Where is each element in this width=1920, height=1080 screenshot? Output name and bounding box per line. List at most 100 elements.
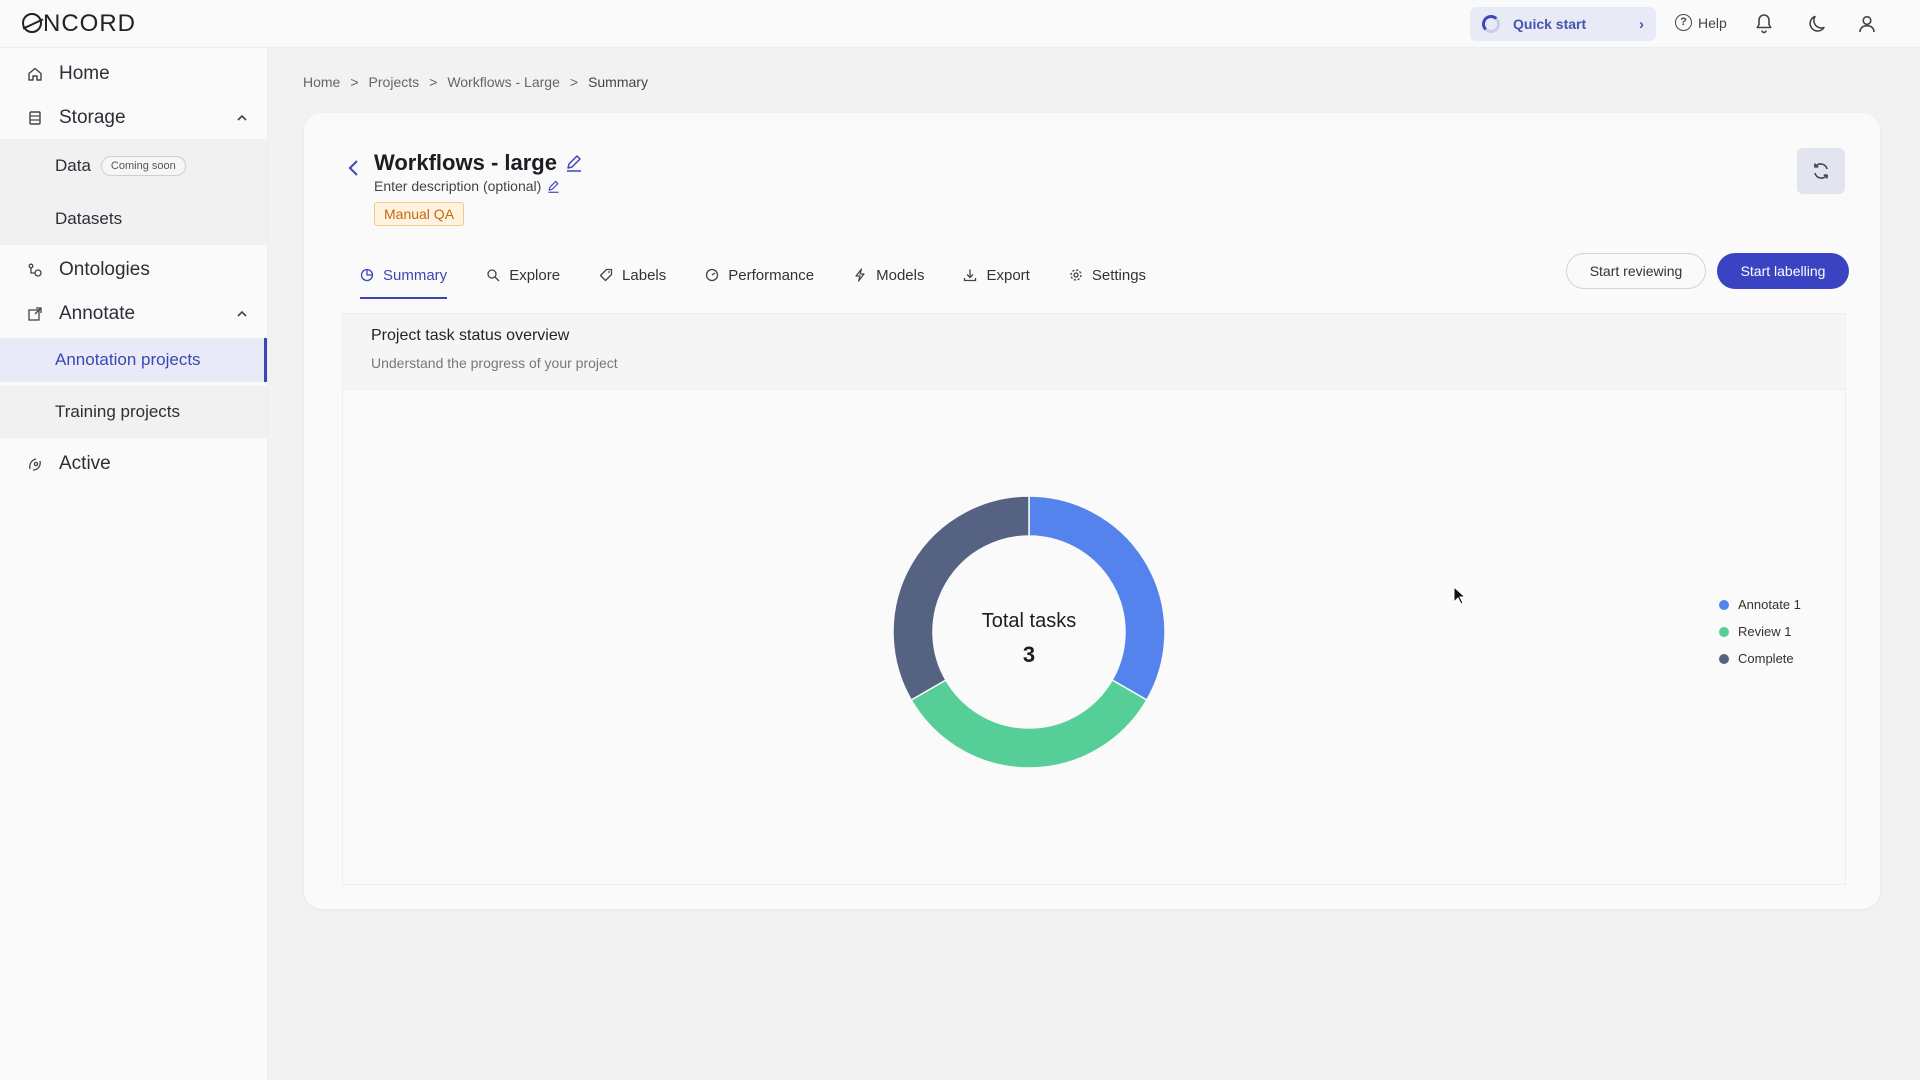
legend-dot	[1719, 599, 1729, 610]
project-title: Workflows - large	[374, 150, 557, 175]
sidebar-item-label: Home	[59, 63, 110, 84]
sidebar-item-label: Datasets	[55, 209, 123, 228]
breadcrumb-separator: >	[569, 74, 579, 90]
mouse-cursor-icon	[1453, 586, 1467, 605]
donut-center-value: 3	[1023, 642, 1035, 667]
legend-item[interactable]: Annotate 1	[1719, 591, 1801, 618]
start-labelling-button[interactable]: Start labelling	[1717, 253, 1849, 289]
sidebar-item-datasets[interactable]: Datasets	[0, 193, 267, 245]
help-icon: ?	[1675, 14, 1692, 31]
chevron-up-icon[interactable]	[236, 308, 248, 320]
edit-description-pencil-icon[interactable]	[547, 180, 560, 193]
progress-ring-icon	[1482, 15, 1500, 33]
logo-e-glyph	[22, 13, 42, 33]
sidebar-item-ontologies[interactable]: Ontologies	[0, 252, 268, 288]
donut-center-label: Total tasks	[982, 610, 1076, 632]
project-title-row: Workflows - large	[374, 150, 583, 176]
legend-item[interactable]: Complete	[1719, 645, 1801, 672]
annotate-icon	[25, 304, 45, 324]
legend-label: Annotate 1	[1738, 597, 1801, 612]
project-description-row: Enter description (optional)	[374, 178, 560, 194]
ontologies-icon	[25, 260, 45, 280]
task-status-panel: Project task status overview Understand …	[342, 313, 1846, 885]
tab-label: Labels	[622, 266, 667, 284]
breadcrumb-separator: >	[429, 74, 438, 90]
search-icon	[486, 268, 500, 282]
quick-start-label: Quick start	[1513, 16, 1587, 32]
encord-logo[interactable]: NCORD	[22, 10, 136, 38]
sidebar-item-label: Training projects	[55, 402, 181, 421]
breadcrumb: Home > Projects > Workflows - Large > Su…	[303, 74, 648, 90]
legend-label: Review 1	[1738, 624, 1792, 639]
bell-icon[interactable]	[1752, 12, 1776, 36]
edit-title-pencil-icon[interactable]	[565, 154, 583, 172]
tab-labels[interactable]: Labels	[599, 255, 666, 295]
gear-icon	[1069, 268, 1083, 282]
tag-icon	[599, 268, 613, 282]
lightning-icon	[853, 268, 867, 282]
chevron-up-icon[interactable]	[236, 112, 248, 124]
home-icon	[25, 64, 45, 84]
tab-label: Models	[876, 266, 925, 284]
tab-label: Export	[986, 266, 1030, 284]
breadcrumb-project[interactable]: Workflows - Large	[447, 74, 560, 90]
breadcrumb-projects[interactable]: Projects	[369, 74, 420, 90]
legend-dot	[1719, 626, 1729, 637]
logo-text: NCORD	[43, 10, 136, 37]
tab-models[interactable]: Models	[853, 255, 924, 295]
tab-label: Explore	[509, 266, 561, 284]
tab-performance[interactable]: Performance	[705, 255, 814, 295]
sidebar-item-label: Annotation projects	[55, 350, 201, 369]
sidebar: Home Storage Data Coming soon Datasets O…	[0, 48, 268, 1080]
donut-slice-annotate-1[interactable]	[1028, 495, 1166, 702]
sidebar-item-active[interactable]: Active	[0, 446, 268, 482]
tab-export[interactable]: Export	[963, 255, 1030, 295]
help-label: Help	[1698, 14, 1727, 31]
download-icon	[963, 268, 977, 282]
sidebar-item-storage[interactable]: Storage	[0, 100, 268, 136]
sidebar-item-training-projects[interactable]: Training projects	[0, 386, 267, 438]
moon-icon[interactable]	[1806, 12, 1830, 36]
panel-header: Project task status overview Understand …	[343, 314, 1845, 390]
top-bar: NCORD Quick start › ? Help	[0, 0, 1920, 48]
chart-legend: Annotate 1 Review 1 Complete	[1719, 591, 1801, 672]
sidebar-item-data[interactable]: Data Coming soon	[0, 139, 267, 193]
refresh-button[interactable]	[1797, 148, 1845, 194]
chevron-right-icon: ›	[1639, 15, 1644, 33]
sidebar-item-annotate[interactable]: Annotate	[0, 296, 268, 332]
active-icon	[25, 454, 45, 474]
workflow-tag: Manual QA	[374, 202, 465, 226]
legend-label: Complete	[1738, 651, 1794, 666]
sidebar-item-label: Active	[59, 453, 111, 474]
start-reviewing-button[interactable]: Start reviewing	[1566, 253, 1706, 289]
tab-settings[interactable]: Settings	[1069, 255, 1146, 295]
project-tabs: Summary Explore Labels Performance Model…	[360, 255, 1185, 299]
user-icon[interactable]	[1855, 12, 1879, 36]
donut-slice-complete[interactable]	[892, 495, 1030, 702]
sidebar-item-home[interactable]: Home	[0, 56, 268, 92]
back-arrow-icon[interactable]	[346, 158, 360, 178]
project-description[interactable]: Enter description (optional)	[374, 178, 541, 194]
breadcrumb-current: Summary	[588, 74, 648, 90]
coming-soon-badge: Coming soon	[100, 156, 186, 176]
breadcrumb-separator: >	[350, 74, 359, 90]
refresh-icon	[1814, 163, 1828, 179]
project-card: Workflows - large Enter description (opt…	[304, 113, 1880, 909]
sidebar-item-annotation-projects[interactable]: Annotation projects	[0, 338, 267, 382]
donut-slice-review-1[interactable]	[910, 678, 1148, 769]
sidebar-item-label: Annotate	[59, 303, 136, 324]
pie-chart-icon	[360, 268, 374, 282]
tab-label: Settings	[1091, 266, 1147, 284]
breadcrumb-home[interactable]: Home	[303, 74, 340, 90]
legend-item[interactable]: Review 1	[1719, 618, 1801, 645]
tab-label: Summary	[383, 266, 448, 284]
storage-icon	[25, 108, 45, 128]
tab-label: Performance	[728, 266, 815, 284]
quick-start-button[interactable]: Quick start ›	[1470, 7, 1656, 41]
tab-explore[interactable]: Explore	[486, 255, 560, 295]
sidebar-item-label: Storage	[59, 107, 126, 128]
help-button[interactable]: ? Help	[1675, 14, 1727, 31]
sidebar-item-label: Data	[55, 156, 91, 175]
gauge-icon	[705, 268, 719, 282]
tab-summary[interactable]: Summary	[360, 255, 448, 299]
